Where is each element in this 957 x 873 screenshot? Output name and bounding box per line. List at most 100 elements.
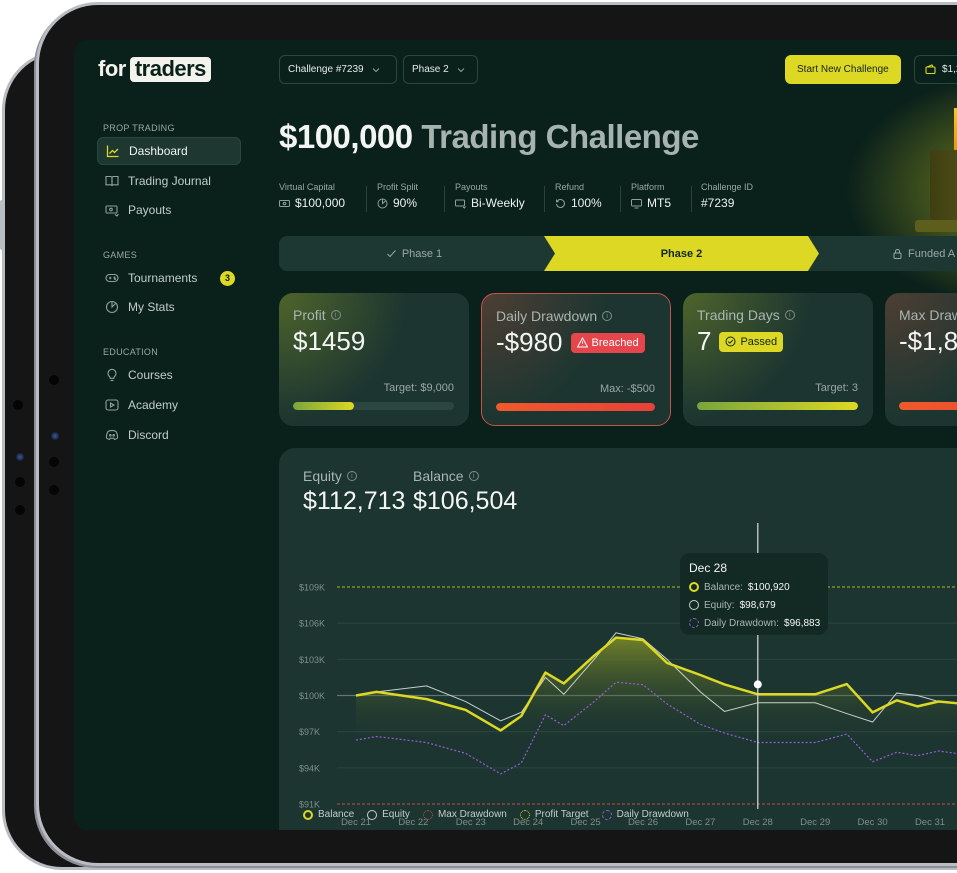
info-icon[interactable]: i <box>346 471 357 481</box>
drawdown-progress-bar <box>496 403 655 411</box>
chart-tooltip: Dec 28 Balance: $100,920 Equity: $98,679… <box>680 553 828 635</box>
meta-divider <box>544 186 545 212</box>
badge-label: Breached <box>591 336 639 349</box>
tooltip-row-equity: Equity: $98,679 <box>689 596 819 614</box>
book-open-icon <box>105 175 119 187</box>
phase-step-label: Phase 1 <box>401 247 443 260</box>
info-icon[interactable]: i <box>784 310 795 320</box>
legend-item-max-drawdown[interactable]: Max Drawdown <box>422 809 507 820</box>
y-tick-label: $91K <box>299 800 320 810</box>
meta-payouts: Payouts Bi-Weekly <box>455 182 525 210</box>
legend-item-equity[interactable]: Equity <box>367 809 410 820</box>
meta-label: Profit Split <box>377 182 419 192</box>
cash-icon <box>279 199 290 207</box>
meta-label: Platform <box>631 182 665 192</box>
phase-step-funded[interactable]: Funded A <box>839 236 957 271</box>
phase-step-label: Funded A <box>908 247 956 260</box>
device-sensor <box>15 477 25 487</box>
profit-progress-bar <box>293 402 454 410</box>
title-amount: $100,000 <box>279 118 413 155</box>
trading-days-card: Trading Days i 7 Passed Target: 3 <box>683 293 873 426</box>
card-title: Trading Days <box>697 307 780 323</box>
sidebar-item-dashboard[interactable]: Dashboard <box>97 137 241 165</box>
tournaments-count-badge: 3 <box>220 270 235 286</box>
progress-fill <box>899 402 957 410</box>
legend-label: Profit Target <box>534 809 589 820</box>
chart-legend: Balance Equity Max Drawdown Profit Targe… <box>303 809 689 820</box>
sidebar-item-payouts[interactable]: Payouts <box>97 196 241 224</box>
y-tick-label: $97K <box>299 727 320 737</box>
sidebar-item-label: Academy <box>128 398 179 412</box>
profit-card: Profit i $1459 Target: $9,000 <box>279 293 469 426</box>
meta-value: 100% <box>571 196 602 210</box>
balance-marker-icon <box>689 582 699 592</box>
legend-item-balance[interactable]: Balance <box>303 809 354 820</box>
badge-label: Passed <box>740 335 778 348</box>
sidebar-item-label: Dashboard <box>129 144 188 158</box>
x-tick-label: Dec 29 <box>800 817 830 828</box>
balance-summary: Balance i $106,504 <box>413 468 517 516</box>
legend-item-profit-target[interactable]: Profit Target <box>519 809 589 820</box>
breached-badge: Breached <box>570 332 645 353</box>
meta-value: $100,000 <box>295 196 346 210</box>
sidebar-item-trading-journal[interactable]: Trading Journal <box>97 167 241 195</box>
brand-prefix: for <box>98 56 126 81</box>
progress-fill <box>293 402 355 410</box>
trophy-pedestal <box>930 150 957 220</box>
info-icon[interactable]: i <box>468 471 479 481</box>
device-sensor <box>15 505 25 515</box>
profit-target-marker-icon <box>519 809 530 820</box>
legend-item-daily-drawdown[interactable]: Daily Drawdown <box>601 809 689 820</box>
device-sensor <box>13 400 23 410</box>
x-tick-label: Dec 27 <box>685 817 715 828</box>
phase-step-2[interactable]: Phase 2 <box>544 236 819 271</box>
phase-stepper: Phase 1 Phase 2 Funded A <box>279 236 957 271</box>
max-drawdown-progress-bar <box>899 402 957 410</box>
lock-icon <box>893 249 902 259</box>
sidebar-item-academy[interactable]: Academy <box>97 391 241 419</box>
meta-value: MT5 <box>647 196 671 210</box>
sidebar-item-courses[interactable]: Courses <box>97 361 241 389</box>
card-value: 7 <box>697 326 712 356</box>
passed-badge: Passed <box>719 331 784 352</box>
y-tick-label: $106K <box>299 619 325 629</box>
brand-boxed: traders <box>129 56 211 82</box>
brand-logo[interactable]: for traders <box>98 56 211 82</box>
card-title: Daily Drawdown <box>496 308 598 324</box>
chart-line-icon <box>106 145 119 158</box>
y-tick-label: $100K <box>299 691 325 701</box>
phase-select[interactable]: Phase 2 <box>403 55 478 84</box>
challenge-select[interactable]: Challenge #7239 <box>279 55 397 84</box>
x-tick-label: Dec 31 <box>915 817 945 828</box>
progress-fill <box>496 403 655 411</box>
meta-value: 90% <box>393 196 418 210</box>
chevron-down-icon <box>457 67 465 72</box>
meta-value: Bi-Weekly <box>471 196 525 210</box>
info-icon[interactable]: i <box>330 310 341 320</box>
info-icon[interactable]: i <box>602 311 613 321</box>
equity-marker-icon <box>689 600 699 610</box>
daily-drawdown-marker-icon <box>689 618 699 628</box>
device-sensor <box>49 457 59 467</box>
card-title: Profit <box>293 307 326 323</box>
tooltip-label: Daily Drawdown: <box>704 617 780 629</box>
meta-label: Refund <box>555 182 585 192</box>
daily-drawdown-card: Daily Drawdown i -$980 Breached Max: -$50… <box>481 293 671 426</box>
meta-challenge-id: Challenge ID #7239 <box>701 182 753 210</box>
sidebar-item-tournaments[interactable]: Tournaments 3 <box>97 264 241 292</box>
meta-refund: Refund 100% <box>555 182 602 210</box>
card-value: -$1,8 <box>899 326 957 356</box>
sidebar-item-my-stats[interactable]: My Stats <box>97 293 241 321</box>
phase-step-1[interactable]: Phase 1 <box>279 236 549 271</box>
section-title-education: EDUCATION <box>103 347 159 357</box>
pie-chart-icon <box>377 198 388 208</box>
legend-label: Daily Drawdown <box>616 809 689 820</box>
meta-divider <box>620 186 621 212</box>
balance-label: Balance <box>413 468 464 484</box>
payout-icon <box>455 199 466 209</box>
sidebar-item-discord[interactable]: Discord <box>97 421 241 449</box>
x-tick-label: Dec 28 <box>743 817 773 828</box>
meta-divider <box>366 186 367 212</box>
meta-label: Challenge ID <box>701 182 754 192</box>
page-title: $100,000 Trading Challenge <box>279 118 699 156</box>
